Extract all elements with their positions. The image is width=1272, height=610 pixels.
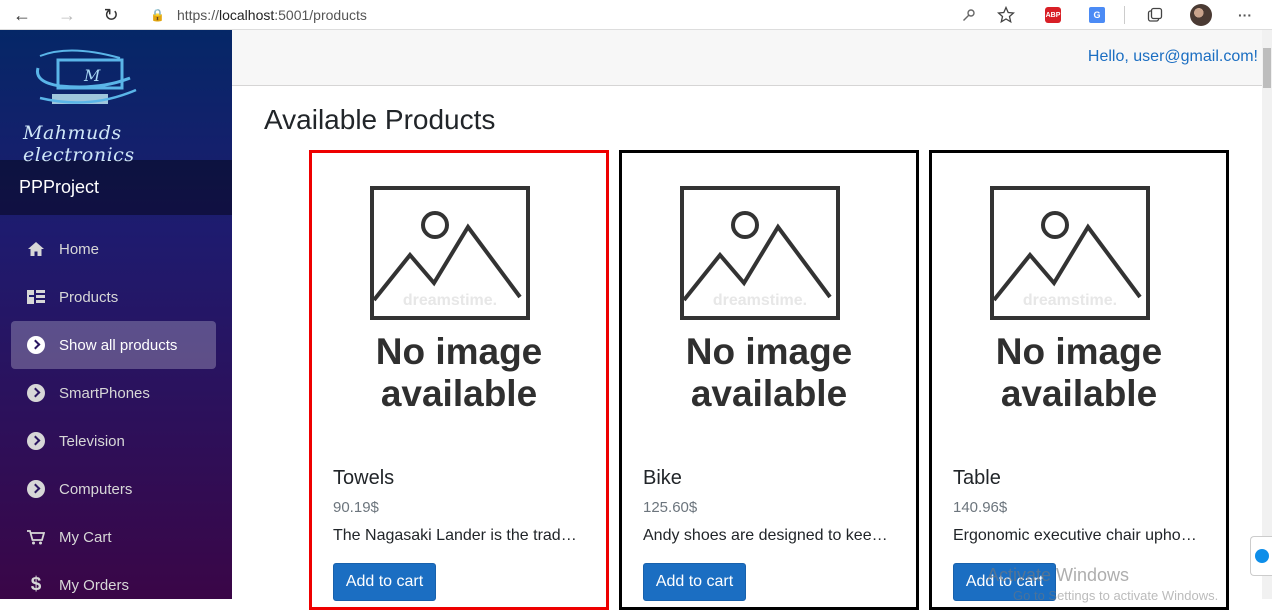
scroll-thumb[interactable]	[1263, 48, 1271, 88]
product-description: The Nagasaki Lander is the trademarked n…	[333, 527, 579, 544]
placeholder-watermark: dreamstime.	[713, 292, 807, 309]
browser-toolbar: ← → ↻ 🔒 https://localhost:5001/products …	[0, 0, 1272, 30]
activate-windows-subtext: Go to Settings to activate Windows.	[1013, 588, 1219, 603]
image-placeholder-icon: dreamstime.	[370, 186, 530, 320]
user-greeting-link[interactable]: Hello, user@gmail.com!	[1088, 48, 1258, 66]
sidebar-item-label: Products	[59, 288, 119, 306]
product-name: Towels	[333, 467, 395, 489]
url-rest: :5001/products	[274, 7, 367, 23]
favorite-star-icon[interactable]	[995, 4, 1017, 26]
sidebar-nav: Home Products Show all products SmartPho…	[0, 215, 232, 609]
sidebar-item-smartphones[interactable]: SmartPhones	[0, 369, 232, 417]
sidebar-item-my-cart[interactable]: My Cart	[0, 513, 232, 561]
image-placeholder-icon: dreamstime.	[680, 186, 840, 320]
sidebar-item-label: My Cart	[59, 528, 112, 546]
more-menu-icon[interactable]: ···	[1234, 4, 1256, 26]
product-card[interactable]: dreamstime. No image available Table 140…	[929, 150, 1229, 610]
back-icon[interactable]: ←	[11, 4, 33, 26]
teamviewer-widget[interactable]	[1250, 536, 1272, 576]
url-prefix: https://	[176, 7, 219, 23]
arrow-circle-icon	[26, 383, 46, 403]
list-icon	[26, 287, 46, 307]
forward-icon[interactable]: →	[56, 4, 78, 26]
add-to-cart-button[interactable]: Add to cart	[643, 563, 746, 601]
page-scrollbar[interactable]	[1262, 30, 1272, 599]
logo-text: Mahmuds electronics	[23, 122, 135, 166]
no-image-text: No image	[375, 331, 543, 372]
sidebar-item-show-all-products[interactable]: Show all products	[11, 321, 216, 369]
collections-icon[interactable]	[1144, 4, 1166, 26]
adblock-icon[interactable]: ABP	[1042, 4, 1064, 26]
product-price: 125.60$	[643, 499, 698, 516]
product-description: Andy shoes are designed to keeping in mi…	[643, 527, 889, 544]
address-bar[interactable]: 🔒 https://localhost:5001/products	[150, 3, 367, 27]
sidebar-item-label: Television	[59, 432, 125, 450]
brand-row: PPProject	[0, 160, 232, 215]
logo: M Mahmuds electronics	[0, 30, 232, 166]
image-placeholder-icon: dreamstime.	[990, 186, 1150, 320]
dollar-icon: $	[30, 574, 42, 595]
sidebar: M Mahmuds electronics PPProject Home Pro…	[0, 30, 232, 599]
add-to-cart-button[interactable]: Add to cart	[333, 563, 436, 601]
sidebar-item-label: Home	[59, 240, 100, 258]
product-price: 90.19$	[333, 499, 379, 516]
abp-badge: ABP	[1045, 7, 1061, 23]
cart-icon	[26, 527, 46, 547]
page-title: Available Products	[264, 104, 496, 135]
no-image-text: available	[1000, 373, 1158, 414]
sidebar-item-computers[interactable]: Computers	[0, 465, 232, 513]
no-image-text: No image	[995, 331, 1163, 372]
logo-graphic: M	[35, 49, 137, 104]
product-price: 140.96$	[953, 499, 1008, 516]
placeholder-watermark: dreamstime.	[403, 292, 497, 309]
sidebar-item-products[interactable]: Products	[0, 273, 232, 321]
arrow-circle-icon	[26, 431, 46, 451]
sidebar-item-label: Show all products	[59, 336, 178, 354]
key-icon[interactable]	[958, 4, 980, 26]
lock-icon: 🔒	[150, 8, 165, 22]
profile-avatar[interactable]	[1190, 4, 1212, 26]
placeholder-watermark: dreamstime.	[1023, 292, 1117, 309]
home-icon	[26, 239, 46, 259]
product-description: Ergonomic executive chair upholstered in…	[953, 527, 1199, 544]
sidebar-item-label: My Orders	[59, 576, 130, 594]
arrow-circle-icon	[26, 479, 46, 499]
sidebar-item-my-orders[interactable]: $ My Orders	[0, 561, 232, 609]
product-name: Bike	[643, 467, 682, 489]
top-row: Hello, user@gmail.com!	[232, 30, 1262, 86]
no-image-text: available	[380, 373, 538, 414]
sidebar-item-television[interactable]: Television	[0, 417, 232, 465]
translate-icon[interactable]: G	[1086, 4, 1108, 26]
toolbar-divider	[1124, 6, 1125, 24]
teamviewer-icon	[1254, 549, 1269, 563]
url-host: localhost	[218, 7, 275, 23]
svg-text:M: M	[83, 66, 101, 85]
refresh-icon[interactable]: ↻	[100, 4, 122, 26]
product-card[interactable]: dreamstime. No image available Bike 125.…	[619, 150, 919, 610]
arrow-circle-icon	[26, 335, 46, 355]
brand-name[interactable]: PPProject	[19, 177, 99, 198]
sidebar-item-home[interactable]: Home	[0, 225, 232, 273]
activate-windows-watermark: Activate Windows	[987, 565, 1130, 585]
product-name: Table	[953, 467, 1001, 489]
sidebar-item-label: SmartPhones	[59, 384, 150, 402]
sidebar-item-label: Computers	[59, 480, 133, 498]
no-image-text: available	[690, 373, 848, 414]
product-card[interactable]: dreamstime. No image available Towels 90…	[309, 150, 609, 610]
no-image-text: No image	[685, 331, 853, 372]
